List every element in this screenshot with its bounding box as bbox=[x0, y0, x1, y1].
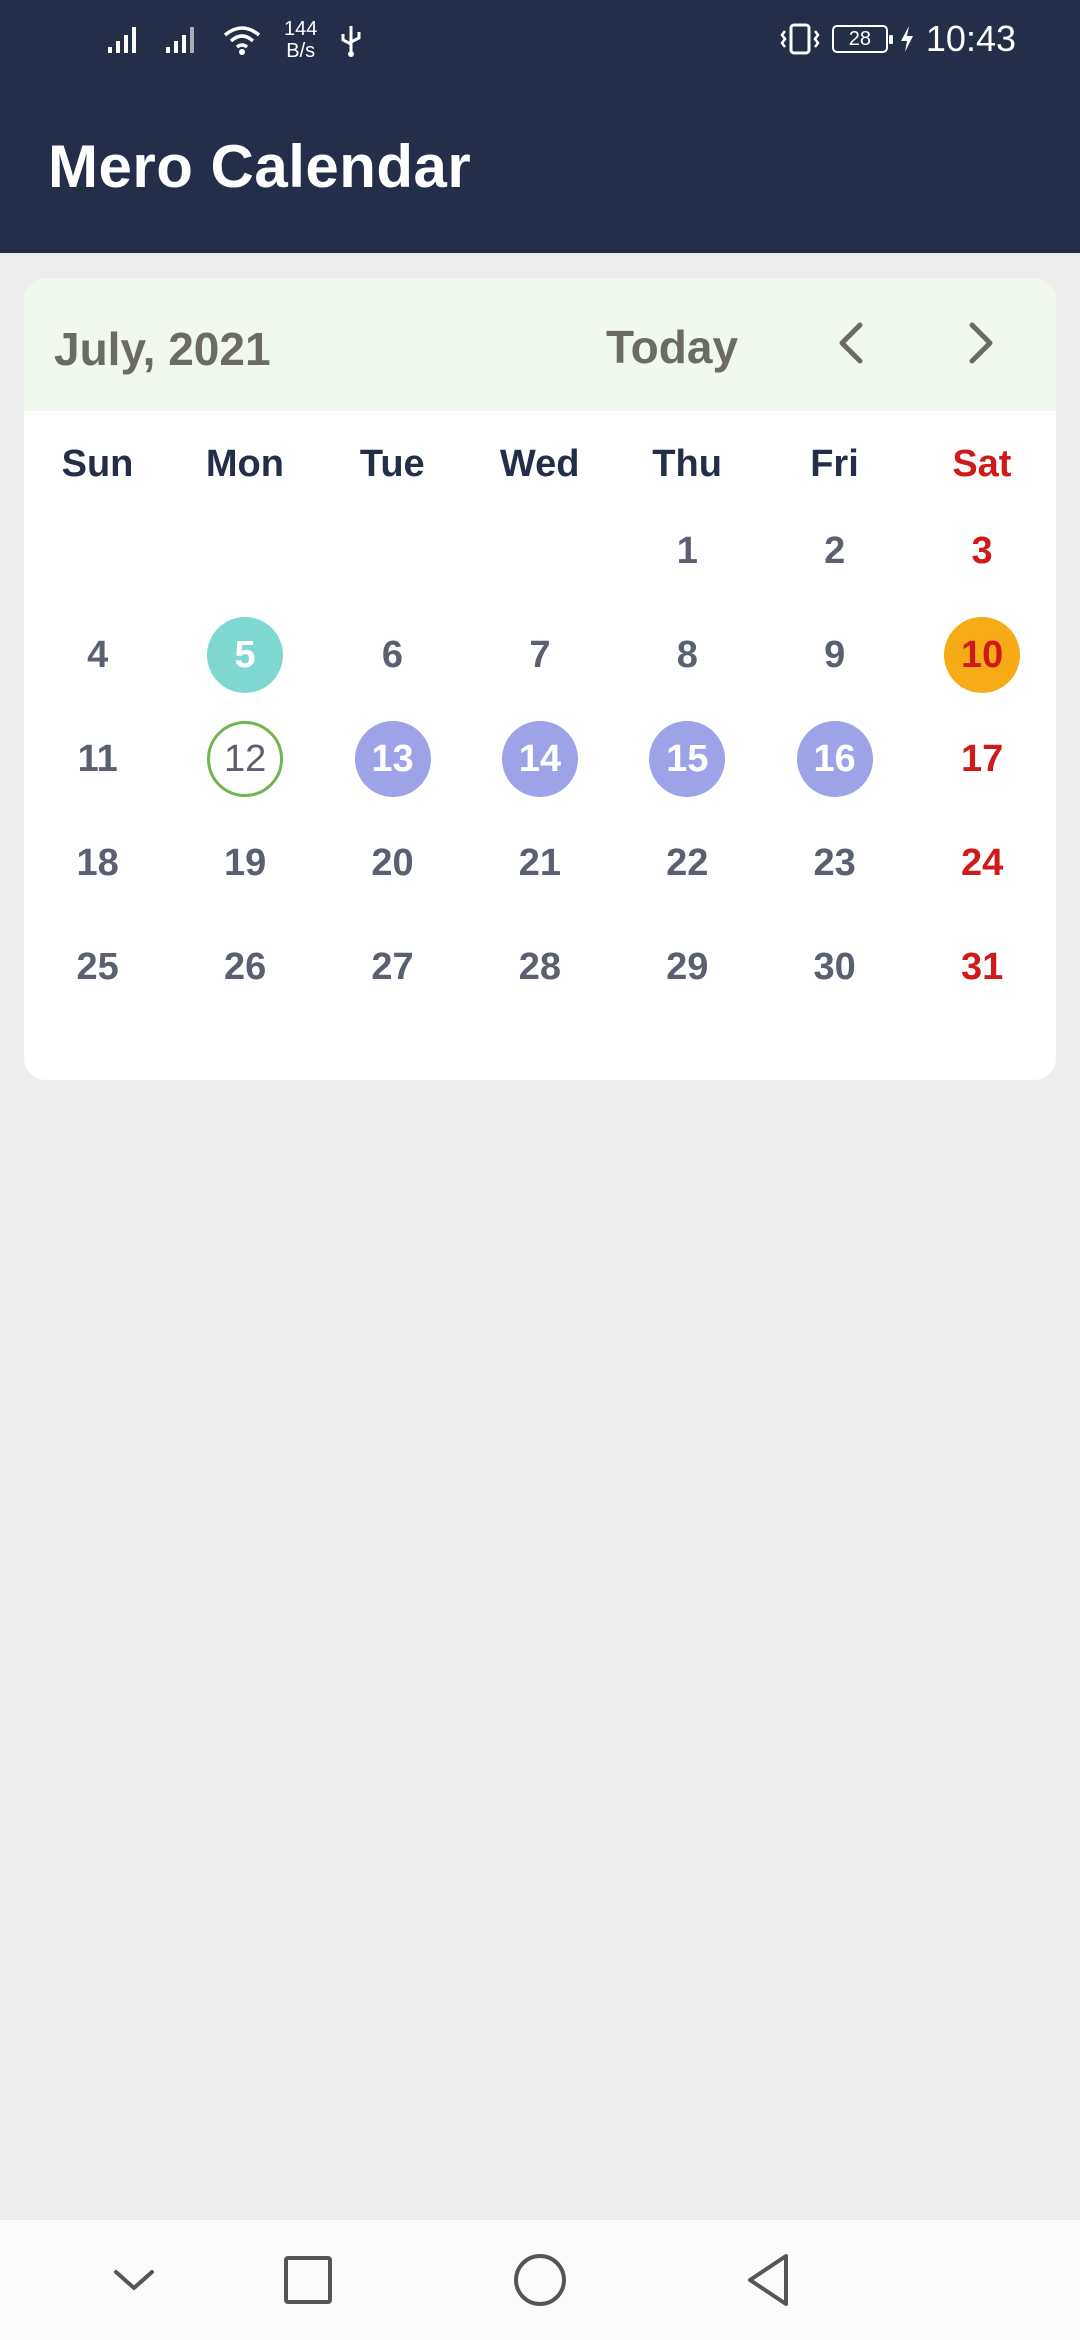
circle-home-icon[interactable] bbox=[508, 2248, 572, 2312]
app-header: 144 B/s 28 10:43 Mero Calendar bbox=[0, 0, 1080, 253]
usb-icon bbox=[341, 26, 361, 57]
date-cell-30[interactable]: 30 bbox=[797, 929, 873, 1005]
status-right: 28 10:43 bbox=[778, 18, 1016, 60]
battery-indicator: 28 bbox=[831, 25, 893, 53]
date-cell-21[interactable]: 21 bbox=[502, 825, 578, 901]
date-cell-6[interactable]: 6 bbox=[355, 617, 431, 693]
date-cell-24[interactable]: 24 bbox=[944, 825, 1020, 901]
vibrate-icon bbox=[780, 23, 820, 55]
status-left: 144 B/s bbox=[106, 18, 363, 62]
chevron-down-icon[interactable] bbox=[102, 2248, 166, 2312]
triangle-back-icon[interactable] bbox=[738, 2248, 802, 2312]
date-cell-11[interactable]: 11 bbox=[60, 721, 136, 797]
date-cell-22[interactable]: 22 bbox=[649, 825, 725, 901]
date-cell-14[interactable]: 14 bbox=[501, 721, 578, 797]
wifi-icon bbox=[223, 26, 261, 55]
date-cell-4[interactable]: 4 bbox=[60, 617, 136, 693]
calendar-grid: 1 2 3 4 5 6 7 8 9 10 11 12 13 14 15 16 17 18 19 20 21 22 23 24 2… bbox=[24, 278, 1056, 1080]
status-bar: 144 B/s 28 10:43 bbox=[0, 0, 1080, 86]
date-cell-5[interactable]: 5 bbox=[207, 617, 284, 693]
status-time: 10:43 bbox=[925, 18, 1016, 59]
app-title: Mero Calendar bbox=[48, 133, 472, 200]
date-cell-15[interactable]: 15 bbox=[649, 721, 726, 797]
date-cell-7[interactable]: 7 bbox=[502, 617, 578, 693]
date-cell-18[interactable]: 18 bbox=[60, 825, 136, 901]
date-cell-13[interactable]: 13 bbox=[354, 721, 431, 797]
date-cell-27[interactable]: 27 bbox=[355, 929, 431, 1005]
date-cell-3[interactable]: 3 bbox=[944, 513, 1020, 589]
date-cell-28[interactable]: 28 bbox=[502, 929, 578, 1005]
date-cell-17[interactable]: 17 bbox=[944, 721, 1020, 797]
date-cell-20[interactable]: 20 bbox=[355, 825, 431, 901]
network-speed: 144 B/s bbox=[284, 18, 317, 62]
date-cell-16[interactable]: 16 bbox=[796, 721, 873, 797]
date-cell-29[interactable]: 29 bbox=[649, 929, 725, 1005]
date-cell-2[interactable]: 2 bbox=[797, 513, 873, 589]
date-cell-25[interactable]: 25 bbox=[60, 929, 136, 1005]
date-cell-8[interactable]: 8 bbox=[649, 617, 725, 693]
date-cell-31[interactable]: 31 bbox=[944, 929, 1020, 1005]
signal-1-icon bbox=[108, 27, 136, 53]
net-speed-value: 144 bbox=[284, 18, 318, 40]
net-speed-unit: B/s bbox=[286, 40, 316, 62]
date-cell-23[interactable]: 23 bbox=[797, 825, 873, 901]
date-cell-1[interactable]: 1 bbox=[649, 513, 725, 589]
calendar-card: July, 2021 Today Sun Mon Tue Wed Thu Fri Sat 1… bbox=[24, 278, 1056, 1080]
date-cell-12[interactable]: 12 bbox=[207, 721, 284, 797]
system-nav-bar bbox=[0, 2220, 1080, 2340]
signal-2-icon bbox=[166, 27, 194, 53]
date-cell-26[interactable]: 26 bbox=[207, 929, 283, 1005]
square-recents-icon[interactable] bbox=[276, 2248, 340, 2312]
date-cell-10[interactable]: 10 bbox=[944, 617, 1021, 693]
date-cell-19[interactable]: 19 bbox=[207, 825, 283, 901]
charging-icon bbox=[900, 26, 913, 52]
date-cell-9[interactable]: 9 bbox=[797, 617, 873, 693]
